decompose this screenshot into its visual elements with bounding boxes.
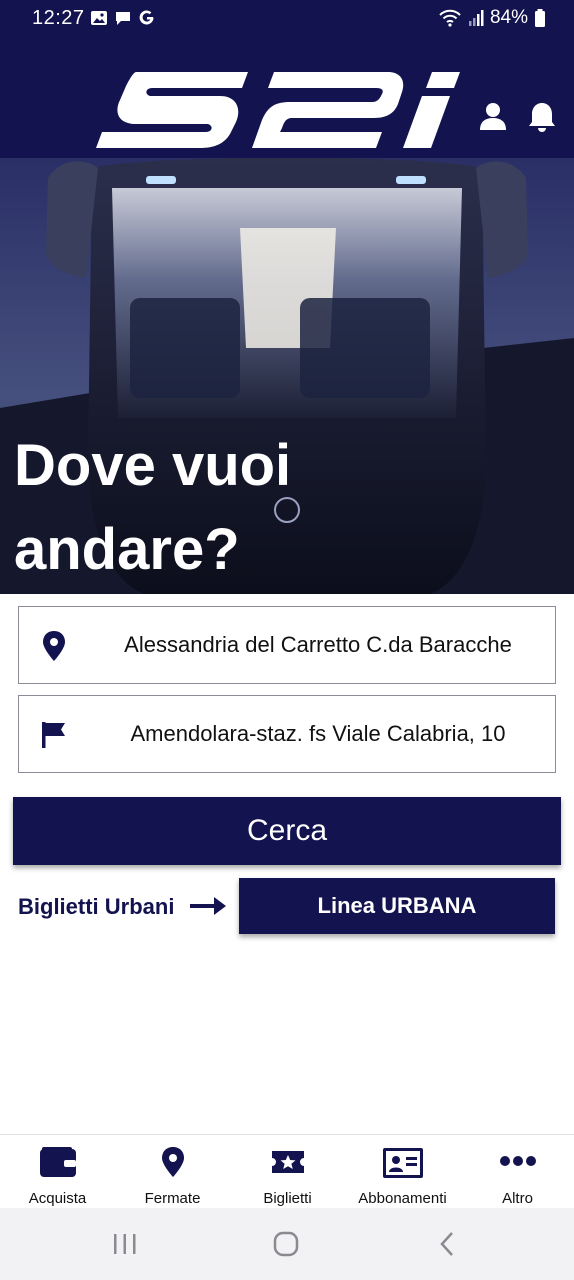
origin-field[interactable]: Alessandria del Carretto C.da Baracche xyxy=(18,606,556,684)
hero-title-line1: Dove vuoi xyxy=(14,433,292,498)
status-time: 12:27 xyxy=(32,7,85,29)
nav-label-fermate: Fermate xyxy=(144,1190,201,1207)
wifi-icon xyxy=(439,9,461,27)
location-pin-icon xyxy=(161,1147,184,1177)
gallery-icon xyxy=(91,11,107,25)
battery-percent: 84% xyxy=(489,7,528,28)
bottom-navigation: Acquista Fermate Biglietti Abbonamenti A… xyxy=(0,1134,574,1208)
google-icon xyxy=(139,10,154,25)
flag-icon xyxy=(42,722,65,748)
origin-value: Alessandria del Carretto C.da Baracche xyxy=(124,632,512,657)
destination-field[interactable]: Amendolara-staz. fs Viale Calabria, 10 xyxy=(18,695,556,773)
nav-label-abbonamenti: Abbonamenti xyxy=(358,1190,447,1207)
ticket-icon xyxy=(271,1151,304,1173)
hero-banner: Dove vuoi andare? xyxy=(0,158,574,594)
id-card-icon xyxy=(382,1148,423,1178)
destination-value: Amendolara-staz. fs Viale Calabria, 10 xyxy=(130,721,506,746)
system-navigation-bar xyxy=(0,1208,574,1280)
recent-apps-icon[interactable] xyxy=(112,1232,138,1256)
app-header: 12:27 84% xyxy=(0,0,574,158)
profile-icon[interactable] xyxy=(477,100,509,134)
urban-line-button[interactable]: Linea URBANA xyxy=(239,878,555,934)
home-icon[interactable] xyxy=(272,1230,300,1258)
wallet-icon xyxy=(39,1147,76,1177)
nav-abbonamenti[interactable]: Abbonamenti xyxy=(345,1135,460,1209)
status-bar: 12:27 84% xyxy=(0,0,574,38)
nav-acquista[interactable]: Acquista xyxy=(0,1135,115,1209)
arrow-right-icon xyxy=(190,897,226,915)
more-icon xyxy=(499,1156,536,1166)
notification-icons xyxy=(90,9,156,27)
nav-label-altro: Altro xyxy=(502,1190,533,1207)
nav-altro[interactable]: Altro xyxy=(460,1135,574,1209)
hero-title-line2: andare? xyxy=(14,517,240,582)
hero-title: Dove vuoi andare? xyxy=(14,424,291,592)
location-pin-icon xyxy=(43,631,65,661)
search-button[interactable]: Cerca xyxy=(13,797,561,865)
nav-biglietti[interactable]: Biglietti xyxy=(230,1135,345,1209)
status-right: 84% xyxy=(438,7,546,29)
urban-tickets-label: Biglietti Urbani xyxy=(18,894,175,919)
bell-icon[interactable] xyxy=(526,100,558,134)
nav-label-biglietti: Biglietti xyxy=(263,1190,312,1207)
nav-fermate[interactable]: Fermate xyxy=(115,1135,230,1209)
signal-icon xyxy=(468,10,484,26)
battery-icon xyxy=(535,9,545,27)
chat-icon xyxy=(116,12,130,25)
s2i-logo xyxy=(96,72,460,148)
back-icon[interactable] xyxy=(436,1230,458,1258)
nav-label-acquista: Acquista xyxy=(28,1190,87,1207)
